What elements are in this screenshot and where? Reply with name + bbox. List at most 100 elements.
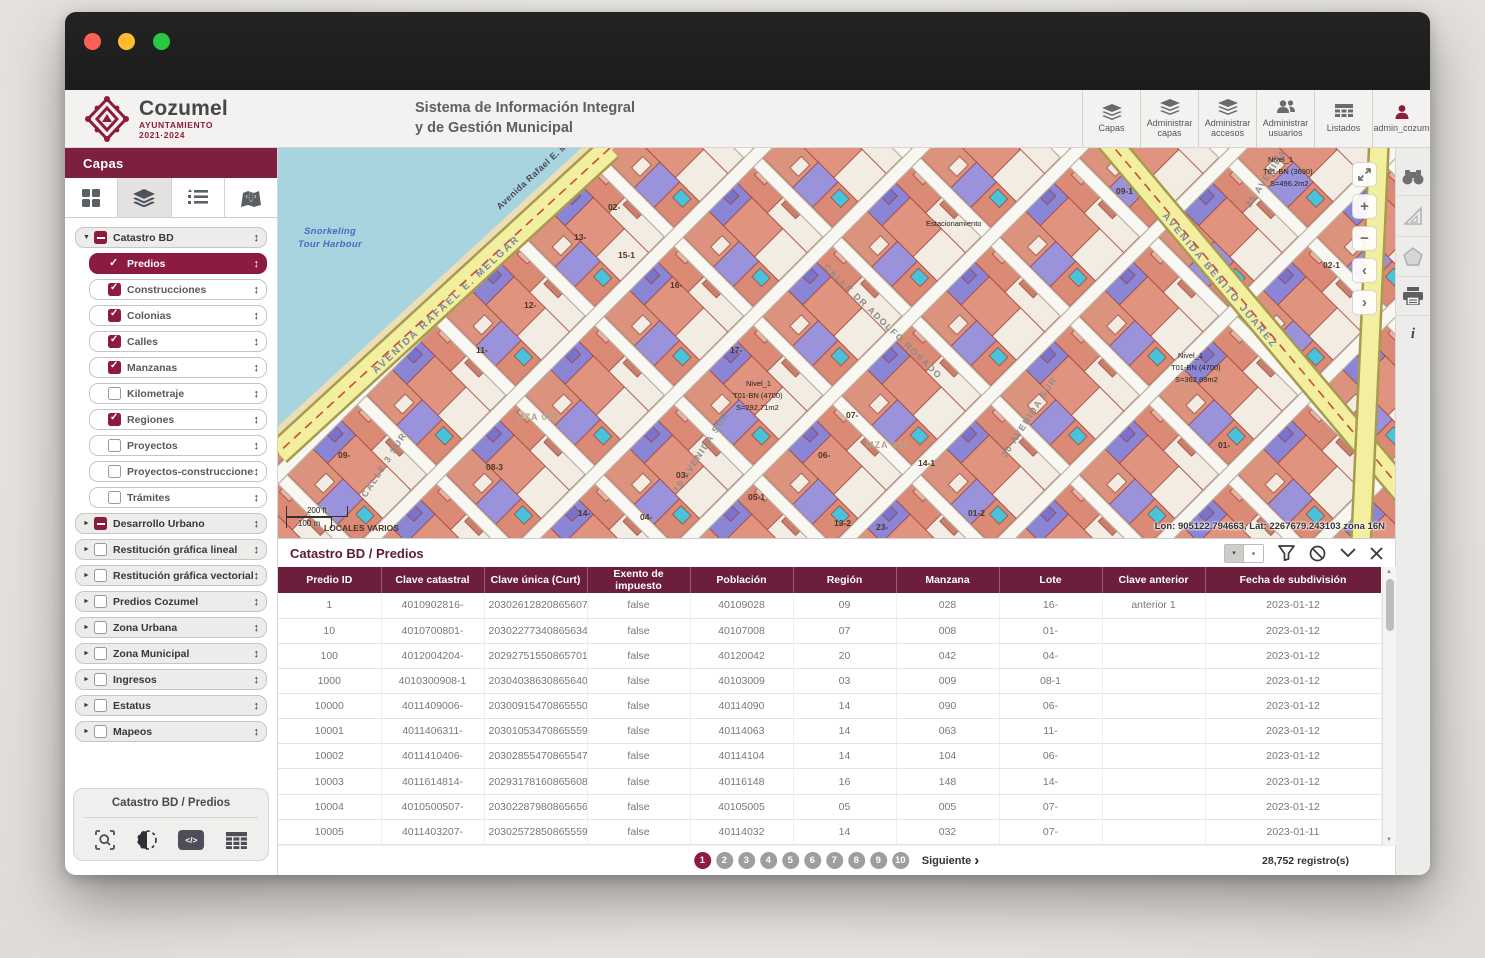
zoom-in-button[interactable]: + (1352, 194, 1377, 219)
column-header[interactable]: Lote (999, 567, 1102, 593)
expand-arrow-icon[interactable]: ► (83, 546, 94, 553)
window-titlebar[interactable] (65, 12, 1430, 90)
page-button[interactable]: 5 (782, 852, 799, 869)
layer-row[interactable]: Trámites ↕ (89, 487, 267, 508)
reorder-handle-icon[interactable]: ↕ (254, 648, 260, 660)
reorder-handle-icon[interactable]: ↕ (254, 622, 260, 634)
expand-arrow-icon[interactable]: ► (83, 624, 94, 631)
nav-listados-button[interactable]: Listados (1314, 90, 1372, 147)
nav-administrar-accesos-button[interactable]: Administrar accesos (1198, 90, 1256, 147)
page-button[interactable]: 6 (804, 852, 821, 869)
fullscreen-button[interactable] (1352, 162, 1377, 187)
map-canvas[interactable]: SnorkelingTour HarbourAvenida Rafael E. … (278, 148, 1395, 538)
layer-opacity-button[interactable] (137, 830, 157, 850)
minimize-window-button[interactable] (118, 33, 135, 50)
scrollbar-thumb[interactable] (1386, 579, 1394, 631)
expand-arrow-icon[interactable]: ► (83, 572, 94, 579)
page-button[interactable]: 2 (716, 852, 733, 869)
reorder-handle-icon[interactable]: ↕ (254, 492, 260, 504)
layer-row[interactable]: ► Restitución gráfica vectorial 1:1000 ↕ (75, 565, 267, 586)
column-header[interactable]: Exento de impuesto (587, 567, 690, 593)
table-scrollbar[interactable]: ▲ ▼ (1382, 567, 1396, 845)
layer-checkbox[interactable] (94, 569, 107, 582)
table-row[interactable]: 1004012004204- 202927515508657012679fals… (278, 643, 1381, 668)
table-row[interactable]: 10004010300908-1 203040386308656409467fa… (278, 668, 1381, 693)
table-row[interactable]: 104010700801- 203022773408656346335false… (278, 618, 1381, 643)
basemap-toggle-right[interactable] (1244, 545, 1263, 562)
page-button[interactable]: 4 (760, 852, 777, 869)
expand-arrow-icon[interactable]: ► (83, 702, 94, 709)
reorder-handle-icon[interactable]: ↕ (254, 258, 260, 270)
table-row[interactable]: 100004011409006- 203009154708655502074fa… (278, 694, 1381, 719)
layer-checkbox[interactable] (94, 621, 107, 634)
page-button[interactable]: 9 (870, 852, 887, 869)
nav-administrar-capas-button[interactable]: Administrar capas (1140, 90, 1198, 147)
search-features-button[interactable] (1396, 160, 1430, 196)
nav-user-menu-button[interactable]: admin_cozum (1372, 90, 1430, 147)
scroll-down-icon[interactable]: ▼ (1386, 837, 1392, 843)
reorder-handle-icon[interactable]: ↕ (254, 414, 260, 426)
table-row[interactable]: 14010902816- 203026128208656079995false … (278, 593, 1381, 618)
page-button[interactable]: 3 (738, 852, 755, 869)
reorder-handle-icon[interactable]: ↕ (254, 700, 260, 712)
column-header[interactable]: Clave anterior (1102, 567, 1205, 593)
reorder-handle-icon[interactable]: ↕ (254, 440, 260, 452)
expand-arrow-icon[interactable]: ▼ (83, 234, 94, 241)
table-row[interactable]: 100034011614814- 202931781608656083562fa… (278, 769, 1381, 794)
layer-row[interactable]: ► Desarrollo Urbano ↕ (75, 513, 267, 534)
draw-polygon-button[interactable] (1396, 237, 1430, 277)
reorder-handle-icon[interactable]: ↕ (254, 284, 260, 296)
reorder-handle-icon[interactable]: ↕ (254, 518, 260, 530)
layer-checkbox[interactable] (94, 673, 107, 686)
layer-row[interactable]: Regiones ↕ (89, 409, 267, 430)
maximize-window-button[interactable] (153, 33, 170, 50)
layer-checkbox[interactable] (108, 257, 121, 270)
tab-layers-view[interactable] (118, 178, 171, 217)
reorder-handle-icon[interactable]: ↕ (254, 596, 260, 608)
info-button[interactable]: i (1396, 316, 1430, 353)
column-header[interactable]: Región (793, 567, 896, 593)
expand-arrow-icon[interactable]: ► (83, 728, 94, 735)
page-button[interactable]: 1 (694, 852, 711, 869)
layer-checkbox[interactable] (94, 595, 107, 608)
column-header[interactable]: Población (690, 567, 793, 593)
layer-checkbox[interactable] (94, 543, 107, 556)
layer-row[interactable]: ► Mapeos ↕ (75, 721, 267, 742)
expand-arrow-icon[interactable]: ► (83, 650, 94, 657)
table-row[interactable]: 100054011403207- 203025728508655597401fa… (278, 819, 1381, 844)
measure-button[interactable] (1396, 196, 1430, 237)
layer-row[interactable]: Manzanas ↕ (89, 357, 267, 378)
tab-add-map[interactable] (225, 178, 277, 217)
layer-table-button[interactable] (226, 832, 247, 849)
table-row[interactable]: 100044010500507- 203022879808656567821fa… (278, 794, 1381, 819)
layer-row[interactable]: Construcciones ↕ (89, 279, 267, 300)
layer-row[interactable]: ► Restitución gráfica lineal ↕ (75, 539, 267, 560)
reorder-handle-icon[interactable]: ↕ (254, 362, 260, 374)
layer-row[interactable]: ▼ Catastro BD ↕ (75, 227, 267, 248)
table-row[interactable]: 100014011406311- 203010534708655590163fa… (278, 719, 1381, 744)
layer-checkbox[interactable] (108, 439, 121, 452)
layer-row[interactable]: ► Estatus ↕ (75, 695, 267, 716)
reorder-handle-icon[interactable]: ↕ (254, 570, 260, 582)
reorder-handle-icon[interactable]: ↕ (254, 232, 260, 244)
layer-checkbox[interactable] (94, 517, 107, 530)
rotate-left-button[interactable]: ‹ (1352, 258, 1377, 283)
layer-checkbox[interactable] (94, 725, 107, 738)
layer-row[interactable]: Kilometraje ↕ (89, 383, 267, 404)
page-button[interactable]: 7 (826, 852, 843, 869)
column-header[interactable]: Fecha de subdivisión (1205, 567, 1381, 593)
reorder-handle-icon[interactable]: ↕ (254, 726, 260, 738)
column-header[interactable]: Predio ID (278, 567, 381, 593)
zoom-to-layer-button[interactable] (95, 830, 115, 850)
table-row[interactable]: 100024011410406- 203028554708655477999fa… (278, 744, 1381, 769)
zoom-out-button[interactable]: − (1352, 226, 1377, 251)
column-header[interactable]: Manzana (896, 567, 999, 593)
reorder-handle-icon[interactable]: ↕ (254, 544, 260, 556)
next-page-button[interactable]: Siguiente › (922, 853, 980, 868)
tab-grid-view[interactable] (65, 178, 118, 217)
layer-checkbox[interactable] (108, 335, 121, 348)
close-window-button[interactable] (84, 33, 101, 50)
reorder-handle-icon[interactable]: ↕ (254, 388, 260, 400)
tab-list-view[interactable] (172, 178, 225, 217)
print-button[interactable] (1396, 277, 1430, 316)
